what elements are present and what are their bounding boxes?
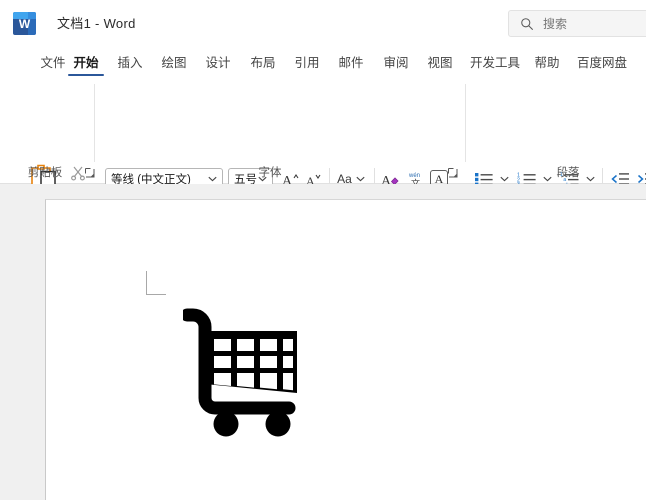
group-separator-clipboard — [94, 84, 95, 162]
tab-insert[interactable]: 插入 — [110, 45, 150, 78]
tab-draw[interactable]: 绘图 — [154, 45, 194, 78]
tab-layout[interactable]: 布局 — [243, 45, 283, 78]
group-separator-font — [465, 84, 466, 162]
clipboard-dialog-launcher[interactable] — [84, 167, 96, 179]
shopping-cart-icon — [180, 308, 297, 437]
word-window: W 文档1 - Word 搜索 文件 开始 插入 绘图 设计 布局 引用 邮件 … — [0, 0, 646, 500]
search-placeholder: 搜索 — [543, 17, 568, 31]
text-margin-mark — [146, 271, 166, 295]
tab-review[interactable]: 审阅 — [376, 45, 416, 78]
ribbon-tab-bar: 文件 开始 插入 绘图 设计 布局 引用 邮件 审阅 视图 开发工具 帮助 百度… — [0, 45, 646, 78]
ribbon: 粘贴 剪贴板 — [0, 78, 646, 225]
font-dialog-launcher[interactable] — [447, 167, 459, 179]
tab-home[interactable]: 开始 — [66, 45, 106, 78]
word-icon-letter: W — [18, 16, 31, 31]
document-canvas[interactable] — [0, 184, 646, 500]
tab-references[interactable]: 引用 — [287, 45, 327, 78]
tab-design[interactable]: 设计 — [198, 45, 238, 78]
chevron-down-icon — [208, 176, 217, 182]
title-bar: W 文档1 - Word 搜索 — [0, 0, 646, 45]
tab-help[interactable]: 帮助 — [527, 45, 567, 78]
tab-view[interactable]: 视图 — [420, 45, 460, 78]
clipboard-group-label: 剪贴板 — [27, 167, 63, 179]
tab-developer[interactable]: 开发工具 — [464, 45, 526, 78]
tab-mailings[interactable]: 邮件 — [331, 45, 371, 78]
paragraph-group-label: 段落 — [556, 167, 580, 179]
chevron-down-icon — [356, 176, 365, 182]
search-icon — [521, 17, 533, 30]
search-box[interactable]: 搜索 — [508, 10, 646, 37]
tab-baidu-netdisk[interactable]: 百度网盘 — [570, 45, 634, 78]
font-group-label: 字体 — [258, 167, 282, 179]
word-app-icon: W — [13, 12, 36, 35]
shopping-cart-graphic[interactable] — [180, 305, 309, 440]
window-title: 文档1 - Word — [57, 16, 136, 31]
document-page[interactable] — [45, 199, 646, 500]
chevron-down-icon — [499, 176, 509, 182]
